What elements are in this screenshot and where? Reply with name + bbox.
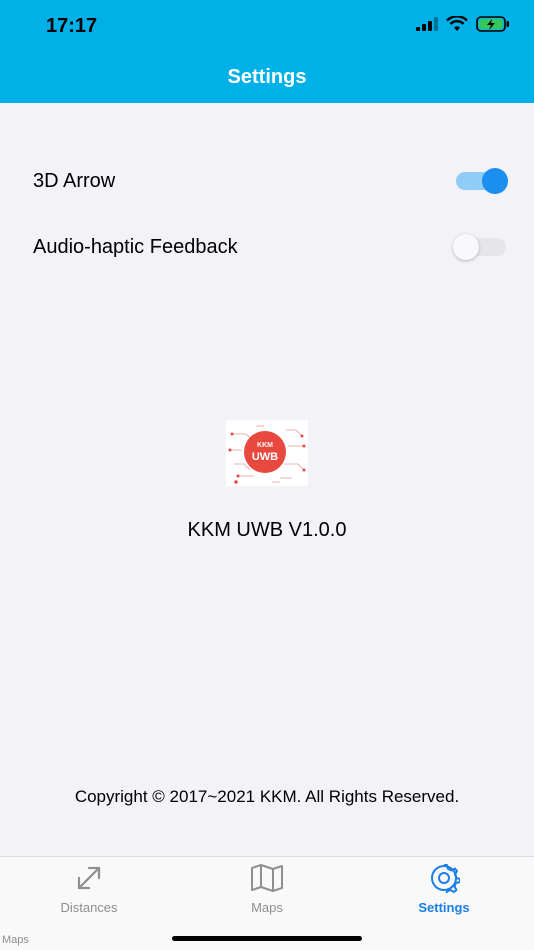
settings-screen: 17:17 Settings 3D Arrow Audio-haptic Fee… [0,0,534,950]
tab-settings[interactable]: Settings [384,863,504,915]
expand-arrows-icon [29,863,149,898]
status-time: 17:17 [46,15,98,37]
logo-top-text: KKM [257,442,273,449]
3d-arrow-toggle[interactable] [456,168,508,194]
home-indicator[interactable] [172,936,362,941]
map-icon [207,863,327,898]
tab-label: Maps [251,900,283,915]
setting-row-audio-haptic: Audio-haptic Feedback [0,227,534,267]
header-bar: 17:17 Settings [0,0,534,103]
copyright-text: Copyright © 2017~2021 KKM. All Rights Re… [74,787,460,806]
cellular-signal-icon [416,17,438,36]
tab-maps[interactable]: Maps [207,863,327,915]
battery-charging-icon [476,16,510,37]
setting-label-3d-arrow: 3D Arrow [33,169,116,192]
app-logo: KKM UWB [226,420,308,486]
logo-main-text: UWB [252,451,278,463]
corner-label: Maps [2,934,29,946]
wifi-icon [446,15,468,37]
setting-label-audio-haptic: Audio-haptic Feedback [33,235,238,258]
toggle-knob [453,234,479,260]
toggle-knob [482,168,508,194]
app-version: KKM UWB V1.0.0 [187,519,347,541]
gear-icon [384,863,504,898]
tab-distances[interactable]: Distances [29,863,149,915]
status-icons [416,15,510,37]
audio-haptic-toggle[interactable] [453,234,506,260]
tab-label: Settings [418,900,470,915]
setting-row-3d-arrow: 3D Arrow [0,161,534,201]
tab-label: Distances [60,900,118,915]
page-title: Settings [227,66,307,88]
